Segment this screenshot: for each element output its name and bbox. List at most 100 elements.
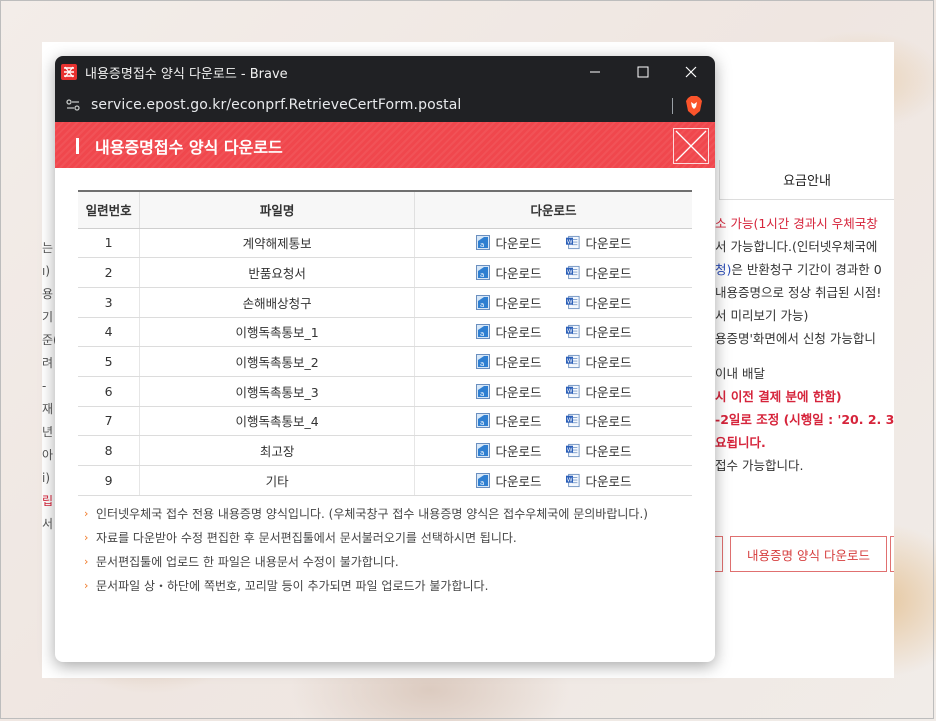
word-file-icon: W <box>565 384 580 398</box>
close-icon <box>675 130 707 162</box>
header-serial-no: 일련번호 <box>78 190 140 229</box>
note-arrow-icon: › <box>84 555 89 568</box>
download-hwp-link[interactable]: a 다운로드 <box>475 411 542 430</box>
background-left-fragment: i) <box>42 471 51 485</box>
download-word-link[interactable]: W 다운로드 <box>565 322 632 341</box>
download-hwp-label: 다운로드 <box>495 384 542 400</box>
table-row: 2 반품요청서 a 다운로드 W 다운로드 <box>78 257 692 288</box>
note-item: › 인터넷우체국 접수 전용 내용증명 양식입니다. (우체국창구 접수 내용증명… <box>84 502 704 526</box>
background-left-fragment: 재 <box>42 402 54 416</box>
hwp-file-icon: a <box>475 354 490 370</box>
svg-text:W: W <box>566 329 572 335</box>
window-titlebar[interactable]: 내용증명접수 양식 다운로드 - Brave <box>55 56 715 88</box>
background-left-fragment: ı) <box>42 264 51 278</box>
download-word-label: 다운로드 <box>585 473 632 489</box>
popup-window: 내용증명접수 양식 다운로드 - Brave service.epost.go.… <box>55 56 715 662</box>
file-name-cell: 최고장 <box>139 435 415 466</box>
tab-fee-info-label: 요금안내 <box>783 174 831 189</box>
background-info-line: 서 미리보기 가능) <box>715 308 809 323</box>
svg-text:a: a <box>480 330 484 338</box>
svg-text:W: W <box>566 477 572 483</box>
background-left-text: 는 ı) 용기 준(려 - 재년아 i) 립서 <box>42 237 56 537</box>
download-hwp-link[interactable]: a 다운로드 <box>475 382 542 401</box>
maximize-button[interactable] <box>619 56 667 88</box>
download-hwp-link[interactable]: a 다운로드 <box>475 322 542 341</box>
address-bar[interactable]: service.epost.go.kr/econprf.RetrieveCert… <box>55 88 715 122</box>
download-hwp-label: 다운로드 <box>495 325 542 341</box>
background-info-line-rest: 은 반환청구 기간이 경과한 0 <box>731 262 882 277</box>
svg-text:W: W <box>566 240 572 246</box>
word-file-icon: W <box>565 295 580 309</box>
download-word-link[interactable]: W 다운로드 <box>565 471 632 490</box>
minimize-button[interactable] <box>571 56 619 88</box>
download-hwp-label: 다운로드 <box>495 266 542 282</box>
download-cell: a 다운로드 W 다운로드 <box>414 317 692 348</box>
serial-no-cell: 1 <box>78 228 140 259</box>
download-hwp-link[interactable]: a 다운로드 <box>475 352 542 371</box>
notes-list: › 인터넷우체국 접수 전용 내용증명 양식입니다. (우체국창구 접수 내용증명… <box>84 502 704 598</box>
download-word-link[interactable]: W 다운로드 <box>565 382 632 401</box>
note-item: › 문서편집툴에 업로드 한 파일은 내용문서 수정이 불가합니다. <box>84 550 704 574</box>
hwp-file-icon: a <box>475 324 490 340</box>
svg-text:a: a <box>480 479 484 487</box>
download-hwp-link[interactable]: a 다운로드 <box>475 441 542 460</box>
background-info-list: 소 가능(1시간 경과시 우체국창 서 가능합니다.(인터넷우체국에 청)은 반환청… <box>715 212 894 477</box>
note-text: 문서편집툴에 업로드 한 파일은 내용문서 수정이 불가합니다. <box>96 555 399 569</box>
background-left-fragment: 립 <box>42 494 54 508</box>
download-word-link[interactable]: W 다운로드 <box>565 293 632 312</box>
download-hwp-link[interactable]: a 다운로드 <box>475 471 542 490</box>
download-hwp-link[interactable]: a 다운로드 <box>475 233 542 252</box>
download-word-link[interactable]: W 다운로드 <box>565 233 632 252</box>
hwp-file-icon: a <box>475 383 490 399</box>
background-info-line: 소 가능(1시간 경과시 우체국창 <box>715 216 878 231</box>
download-word-label: 다운로드 <box>585 236 632 252</box>
note-arrow-icon: › <box>84 531 89 544</box>
hwp-file-icon: a <box>475 443 490 459</box>
download-word-link[interactable]: W 다운로드 <box>565 411 632 430</box>
background-button-edge-right <box>890 536 894 572</box>
minimize-icon <box>590 71 600 73</box>
hwp-file-icon: a <box>475 294 490 310</box>
header-download: 다운로드 <box>414 190 692 229</box>
brave-shields-icon[interactable] <box>685 96 703 116</box>
word-file-icon: W <box>565 444 580 458</box>
background-info-line: 접수 가능합니다. <box>715 458 804 473</box>
download-cell: a 다운로드 W 다운로드 <box>414 435 692 466</box>
download-word-link[interactable]: W 다운로드 <box>565 263 632 282</box>
background-left-fragment: 년 <box>42 425 54 439</box>
download-hwp-label: 다운로드 <box>495 473 542 489</box>
file-name-cell: 이행독촉통보_3 <box>139 376 415 407</box>
window-title: 내용증명접수 양식 다운로드 - Brave <box>85 66 288 82</box>
download-hwp-link[interactable]: a 다운로드 <box>475 293 542 312</box>
download-hwp-link[interactable]: a 다운로드 <box>475 263 542 282</box>
download-word-label: 다운로드 <box>585 384 632 400</box>
table-row: 6 이행독촉통보_3 a 다운로드 W 다운로드 <box>78 376 692 407</box>
url-text[interactable]: service.epost.go.kr/econprf.RetrieveCert… <box>91 97 461 113</box>
page-title: 내용증명접수 양식 다운로드 <box>95 138 283 157</box>
note-arrow-icon: › <box>84 579 89 592</box>
download-hwp-label: 다운로드 <box>495 295 542 311</box>
cert-form-table: 일련번호 파일명 다운로드 1 계약해제통보 a 다운로드 W 다운로드 2 반품요청서 a 다운… <box>78 190 692 496</box>
download-word-link[interactable]: W 다운로드 <box>565 441 632 460</box>
note-arrow-icon: › <box>84 507 89 520</box>
download-word-label: 다운로드 <box>585 414 632 430</box>
close-window-button[interactable] <box>667 56 715 88</box>
background-download-form-button[interactable]: 내용증명 양식 다운로드 <box>730 536 887 572</box>
serial-no-cell: 3 <box>78 287 140 318</box>
download-word-label: 다운로드 <box>585 325 632 341</box>
site-settings-icon[interactable] <box>63 99 83 111</box>
background-left-fragment: 려 <box>42 356 54 370</box>
background-info-link[interactable]: 청) <box>715 262 731 277</box>
table-row: 3 손해배상청구 a 다운로드 W 다운로드 <box>78 287 692 318</box>
word-file-icon: W <box>565 265 580 280</box>
download-hwp-label: 다운로드 <box>495 414 542 430</box>
download-cell: a 다운로드 W 다운로드 <box>414 376 692 407</box>
address-separator <box>672 98 673 114</box>
tab-fee-info[interactable]: 요금안내 <box>719 160 894 200</box>
popup-close-button[interactable] <box>673 128 709 164</box>
epost-app-icon <box>61 64 77 80</box>
file-name-cell: 이행독촉통보_4 <box>139 406 415 437</box>
close-icon <box>685 66 697 78</box>
table-row: 7 이행독촉통보_4 a 다운로드 W 다운로드 <box>78 406 692 437</box>
download-word-link[interactable]: W 다운로드 <box>565 352 632 371</box>
